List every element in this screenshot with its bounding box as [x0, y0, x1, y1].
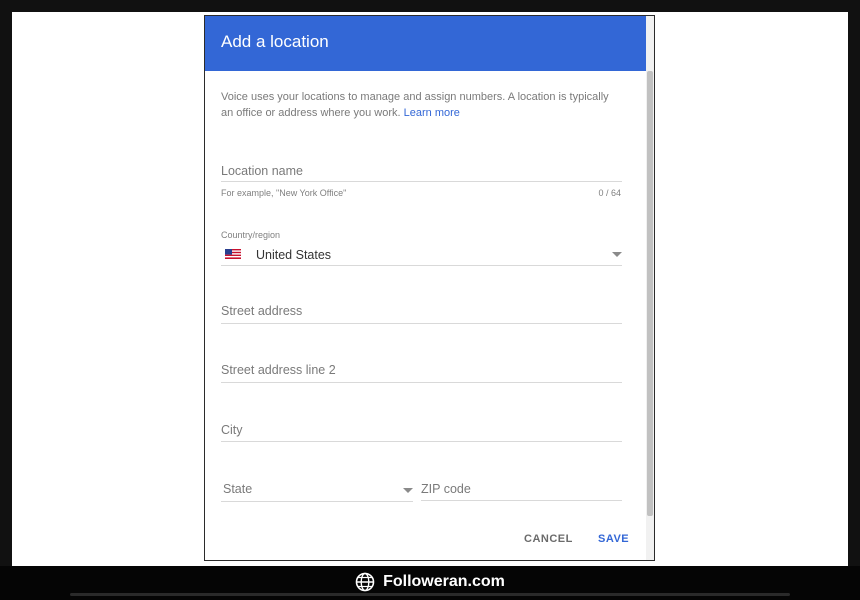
learn-more-link[interactable]: Learn more: [404, 107, 460, 119]
street-address-field[interactable]: Street address: [221, 304, 622, 324]
scrollbar-thumb[interactable]: [647, 71, 653, 516]
watermark-text: Followeran.com: [383, 573, 505, 590]
dialog-scrollbar[interactable]: [646, 16, 654, 560]
city-field[interactable]: City: [221, 423, 622, 442]
globe-icon: [355, 572, 375, 592]
zip-code-placeholder: ZIP code: [421, 482, 471, 496]
save-button[interactable]: SAVE: [598, 533, 629, 545]
zip-code-field[interactable]: ZIP code: [421, 482, 622, 501]
street-address-2-field[interactable]: Street address line 2: [221, 363, 622, 383]
location-name-field[interactable]: Location name: [221, 162, 622, 182]
chevron-down-icon: [612, 252, 622, 257]
intro-text: Voice uses your locations to manage and …: [221, 89, 623, 121]
location-name-counter: 0 / 64: [598, 188, 621, 198]
street-address-2-placeholder: Street address line 2: [221, 363, 336, 377]
state-select[interactable]: State: [221, 482, 413, 502]
location-name-placeholder: Location name: [221, 164, 304, 178]
chevron-down-icon: [403, 488, 413, 493]
country-value: United States: [256, 248, 332, 262]
watermark: Followeran.com: [0, 571, 860, 593]
state-placeholder: State: [223, 482, 253, 496]
city-placeholder: City: [221, 423, 243, 437]
us-flag-icon: [225, 249, 241, 259]
dialog-title: Add a location: [221, 32, 329, 51]
add-location-dialog: Add a location Voice uses your locations…: [204, 15, 655, 561]
location-name-helper: For example, "New York Office": [221, 188, 347, 198]
bezel-edge: [70, 593, 790, 596]
street-address-placeholder: Street address: [221, 304, 303, 318]
country-label: Country/region: [221, 230, 281, 240]
country-select[interactable]: Country/region United States: [221, 227, 622, 266]
cancel-button[interactable]: CANCEL: [524, 533, 573, 545]
dialog-header: Add a location: [205, 16, 648, 71]
